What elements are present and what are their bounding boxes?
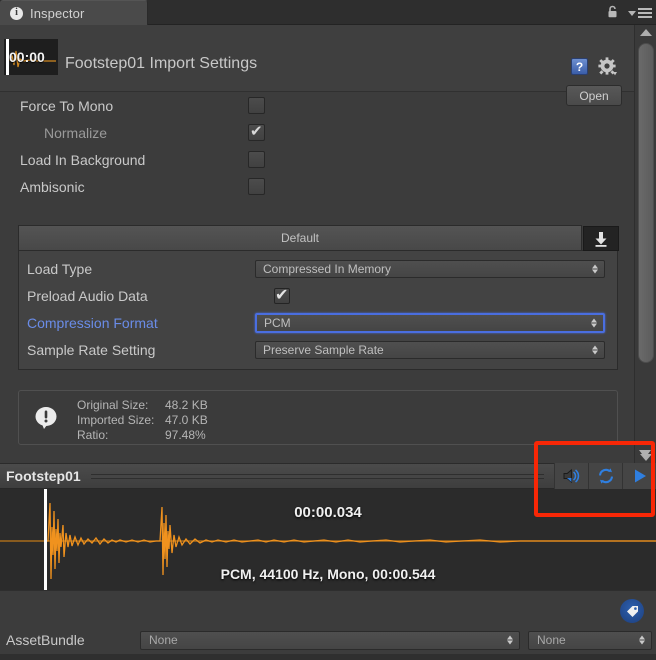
property-row-load-in-background[interactable]: Load In Background bbox=[0, 146, 634, 173]
dropdown-value: None bbox=[537, 633, 566, 647]
waveform-format-info: PCM, 44100 Hz, Mono, 00:00.544 bbox=[0, 566, 656, 582]
audio-thumbnail[interactable]: 00:00 bbox=[4, 39, 58, 75]
hamburger-menu-icon[interactable] bbox=[628, 8, 650, 18]
loop-toggle-icon[interactable] bbox=[588, 463, 622, 489]
property-label: Ambisonic bbox=[0, 179, 85, 195]
preview-controls bbox=[554, 463, 656, 489]
info-value: 47.0 KB bbox=[165, 413, 208, 428]
platform-body: Load Type Compressed In Memory Preload A… bbox=[18, 250, 618, 370]
chevron-down-icon bbox=[628, 11, 636, 16]
chevron-updown-icon bbox=[639, 636, 645, 645]
lock-icon[interactable] bbox=[607, 5, 618, 18]
dropdown-value: Compressed In Memory bbox=[263, 262, 391, 276]
scroll-up-arrow-icon[interactable] bbox=[640, 29, 652, 36]
dropdown-load-type[interactable]: Compressed In Memory bbox=[255, 260, 605, 278]
preview-header-bar: Footstep01 bbox=[0, 463, 656, 489]
property-row-normalize[interactable]: Normalize bbox=[0, 119, 634, 146]
preview-asset-name: Footstep01 bbox=[0, 468, 81, 484]
info-row-ratio: Ratio: 97.48% bbox=[77, 428, 208, 443]
thumbnail-time: 00:00 bbox=[9, 49, 45, 65]
chevron-updown-icon bbox=[592, 264, 598, 273]
waveform-preview[interactable]: 00:00.034 PCM, 44100 Hz, Mono, 00:00.544 bbox=[0, 489, 656, 590]
chevron-updown-icon bbox=[507, 636, 513, 645]
checkbox-force-to-mono[interactable] bbox=[248, 97, 265, 114]
dropdown-assetbundle-name[interactable]: None bbox=[140, 631, 520, 650]
property-list: Force To Mono Normalize Load In Backgrou… bbox=[0, 92, 634, 200]
chevron-updown-icon bbox=[592, 345, 598, 354]
property-row-preload-audio-data[interactable]: Preload Audio Data bbox=[19, 282, 617, 309]
gear-icon[interactable] bbox=[598, 57, 618, 77]
tag-icon[interactable] bbox=[620, 599, 644, 623]
size-info-rows: Original Size: 48.2 KB Imported Size: 47… bbox=[77, 398, 208, 443]
property-label: Force To Mono bbox=[0, 98, 113, 114]
tab-inspector-label: Inspector bbox=[30, 6, 84, 21]
preview-divider bbox=[91, 474, 544, 479]
inspector-window: i Inspector 00:00 Footstep01 Import Sett… bbox=[0, 0, 656, 660]
warning-icon bbox=[33, 406, 60, 430]
chevron-updown-icon bbox=[591, 318, 597, 327]
property-label: Preload Audio Data bbox=[19, 288, 148, 304]
info-key: Original Size: bbox=[77, 398, 165, 413]
waveform-playhead-time: 00:00.034 bbox=[0, 504, 656, 521]
page-title: Footstep01 Import Settings bbox=[65, 55, 257, 73]
property-label: Sample Rate Setting bbox=[19, 342, 155, 358]
window-bottom-edge bbox=[0, 654, 656, 660]
asset-header: 00:00 Footstep01 Import Settings ? bbox=[0, 25, 634, 92]
tab-strip: i Inspector bbox=[0, 0, 656, 25]
tab-inspector[interactable]: i Inspector bbox=[0, 0, 148, 25]
property-row-ambisonic[interactable]: Ambisonic bbox=[0, 173, 634, 200]
property-row-compression-format[interactable]: Compression Format PCM bbox=[19, 309, 617, 336]
assetbundle-label: AssetBundle bbox=[0, 632, 140, 648]
platform-tab-label: Default bbox=[281, 231, 319, 245]
info-key: Imported Size: bbox=[77, 413, 165, 428]
info-value: 48.2 KB bbox=[165, 398, 208, 413]
dropdown-compression-format[interactable]: PCM bbox=[255, 313, 605, 333]
info-value: 97.48% bbox=[165, 428, 206, 443]
checkbox-load-in-background[interactable] bbox=[248, 151, 265, 168]
download-icon[interactable] bbox=[583, 226, 619, 251]
info-row-original-size: Original Size: 48.2 KB bbox=[77, 398, 208, 413]
scrollbar-thumb[interactable] bbox=[638, 43, 654, 363]
footer: AssetBundle None None bbox=[0, 590, 656, 660]
info-icon: i bbox=[10, 7, 23, 20]
vertical-scrollbar[interactable] bbox=[634, 25, 656, 465]
platform-tab-default[interactable]: Default bbox=[18, 225, 582, 250]
checkbox-ambisonic[interactable] bbox=[248, 178, 265, 195]
assetbundle-row: AssetBundle None None bbox=[0, 629, 656, 651]
dropdown-assetbundle-variant[interactable]: None bbox=[528, 631, 652, 650]
import-size-info-box: Original Size: 48.2 KB Imported Size: 47… bbox=[18, 390, 618, 445]
property-row-load-type[interactable]: Load Type Compressed In Memory bbox=[19, 255, 617, 282]
property-row-sample-rate-setting[interactable]: Sample Rate Setting Preserve Sample Rate bbox=[19, 336, 617, 363]
info-key: Ratio: bbox=[77, 428, 165, 443]
platform-settings: Default Load Type Compressed In Memory P… bbox=[18, 225, 618, 370]
property-label: Load Type bbox=[19, 261, 92, 277]
checkbox-normalize[interactable] bbox=[248, 124, 265, 141]
menu-bars-icon bbox=[638, 8, 652, 18]
audio-toggle-icon[interactable] bbox=[554, 463, 588, 489]
property-label-compression-format: Compression Format bbox=[19, 315, 158, 331]
dropdown-sample-rate-setting[interactable]: Preserve Sample Rate bbox=[255, 341, 605, 359]
property-label: Load In Background bbox=[0, 152, 145, 168]
play-button-icon[interactable] bbox=[622, 463, 656, 489]
property-row-force-to-mono[interactable]: Force To Mono bbox=[0, 92, 634, 119]
property-label: Normalize bbox=[0, 125, 107, 141]
info-row-imported-size: Imported Size: 47.0 KB bbox=[77, 413, 208, 428]
preview-options-caret-icon[interactable] bbox=[639, 450, 651, 458]
help-book-icon[interactable]: ? bbox=[571, 58, 588, 75]
checkbox-preload-audio-data[interactable] bbox=[274, 288, 290, 304]
dropdown-value: PCM bbox=[264, 316, 291, 330]
dropdown-value: None bbox=[149, 633, 178, 647]
dropdown-value: Preserve Sample Rate bbox=[263, 343, 384, 357]
